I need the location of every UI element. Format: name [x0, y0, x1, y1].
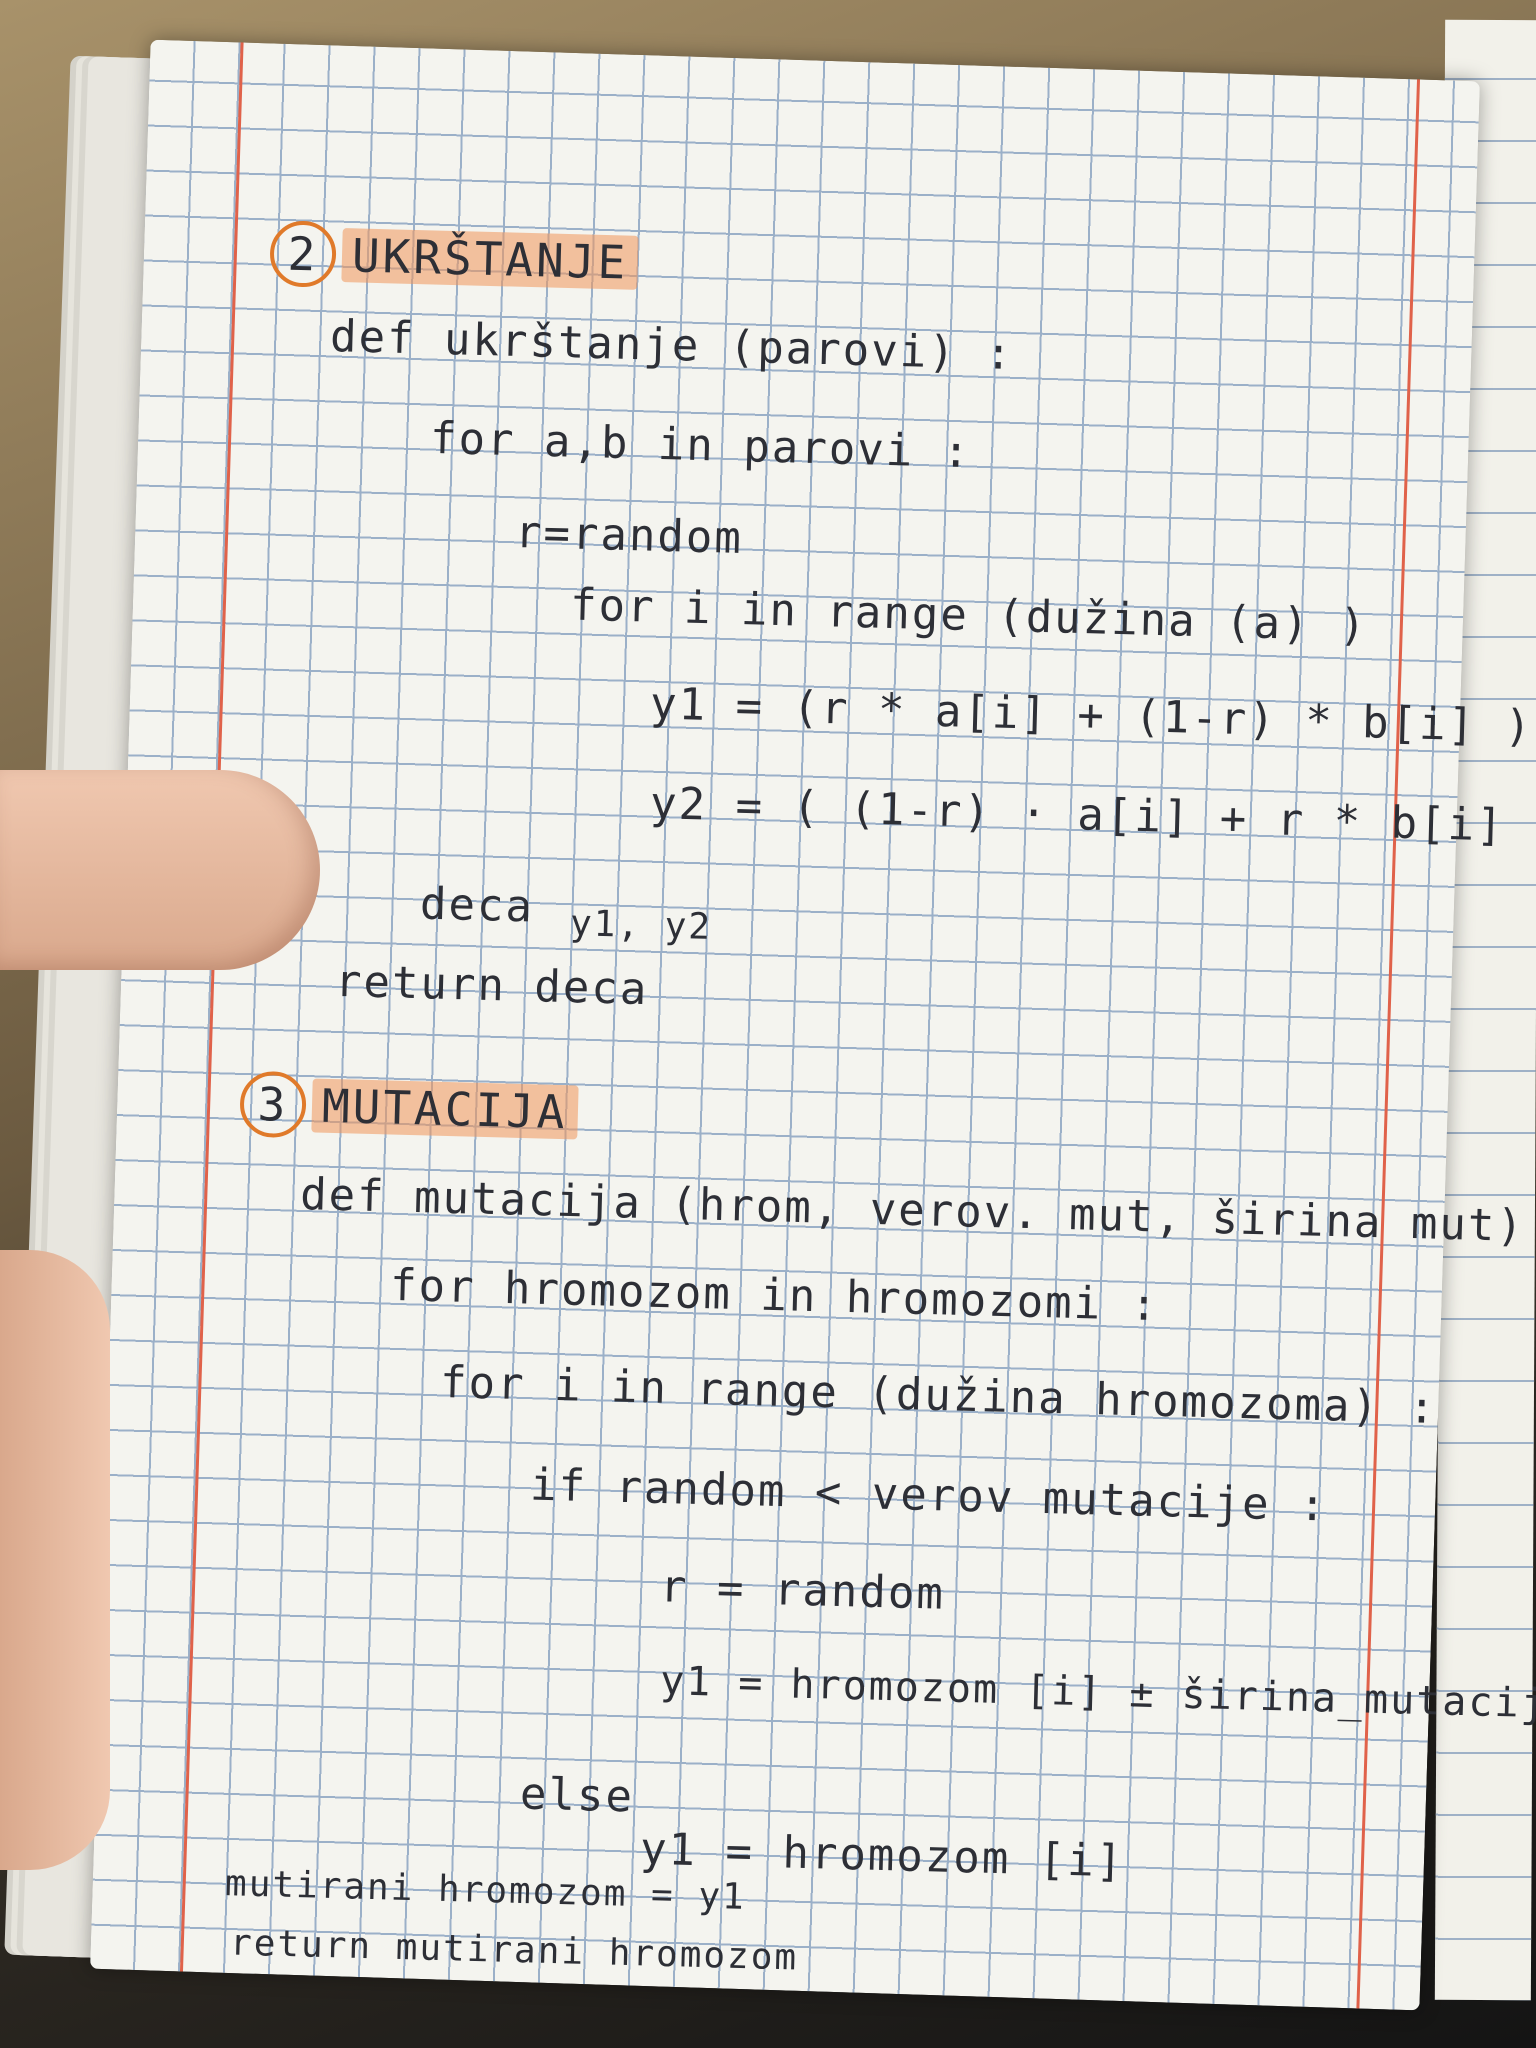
code-line: for i in range (dužina (a) ) — [569, 579, 1369, 652]
code-line: y2 = ( (1-r) · a[i] + r * b[i] ) — [649, 778, 1536, 853]
code-line: r=random — [514, 507, 744, 564]
code-line: return mutirani hromozom — [229, 1922, 799, 1979]
thumb — [0, 770, 320, 970]
section-2-title: UKRŠTANJE — [341, 228, 639, 290]
section-2-number: 2 — [269, 220, 337, 288]
code-line: y1 = hromozom [i] ± širina_mutacije — [659, 1658, 1536, 1728]
code-line: def mutacija (hrom, verov. mut, širina m… — [299, 1168, 1526, 1253]
handwritten-notes: 2 UKRŠTANJE def ukrštanje (parovi) : for … — [0, 0, 1536, 2048]
code-line: for i in range (dužina hromozoma) : — [439, 1356, 1438, 1435]
hand-palm — [0, 1250, 110, 1870]
code-line: def ukrštanje (parovi) : — [329, 311, 1015, 380]
section-3-title: MUTACIJA — [311, 1078, 579, 1140]
code-line: if random < verov mutacije : — [529, 1459, 1329, 1532]
section-2-heading: 2 UKRŠTANJE — [269, 220, 639, 296]
code-line: deca — [419, 878, 535, 933]
code-line: y1 = (r * a[i] + (1-r) * b[i] ) — [649, 678, 1534, 753]
section-3-number: 3 — [239, 1070, 307, 1139]
code-line: y1, y2 — [569, 903, 713, 948]
code-line: else — [519, 1768, 635, 1823]
code-line: for hromozom in hromozomi : — [389, 1259, 1160, 1332]
code-line: r = random — [659, 1561, 946, 1620]
section-3-heading: 3 MUTACIJA — [239, 1070, 579, 1146]
code-line: for a,b in parovi : — [429, 412, 972, 479]
code-line: return deca — [334, 955, 650, 1016]
